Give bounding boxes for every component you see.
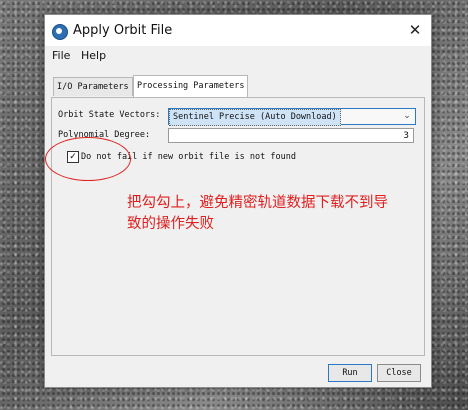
apply-orbit-file-dialog: Apply Orbit File ✕ File Help I/O Paramet… <box>44 14 432 388</box>
window-title: Apply Orbit File <box>73 23 173 38</box>
orbit-state-vectors-select[interactable]: Sentinel Precise (Auto Download) ⌄ <box>168 108 416 126</box>
menu-help[interactable]: Help <box>81 49 106 62</box>
run-button[interactable]: Run <box>328 364 372 382</box>
close-button[interactable]: Close <box>377 364 421 382</box>
menu-bar: File Help <box>45 46 431 66</box>
orbit-state-vectors-label: Orbit State Vectors: <box>58 110 161 120</box>
tab-processing-parameters[interactable]: Processing Parameters <box>133 75 249 97</box>
app-icon <box>52 24 68 40</box>
menu-file[interactable]: File <box>52 49 70 62</box>
orbit-state-vectors-value: Sentinel Precise (Auto Download) <box>169 109 341 126</box>
polynomial-degree-input[interactable]: 3 <box>168 128 414 143</box>
annotation-circle <box>45 137 131 181</box>
chevron-down-icon[interactable]: ⌄ <box>401 109 413 124</box>
close-window-icon[interactable]: ✕ <box>403 19 427 41</box>
annotation-text: 把勾勾上，避免精密轨道数据下载不到导致的操作失败 <box>127 195 388 232</box>
title-bar: Apply Orbit File ✕ <box>45 15 431 46</box>
processing-parameters-panel: Orbit State Vectors: Sentinel Precise (A… <box>45 97 425 356</box>
tab-io-parameters[interactable]: I/O Parameters <box>53 77 133 96</box>
